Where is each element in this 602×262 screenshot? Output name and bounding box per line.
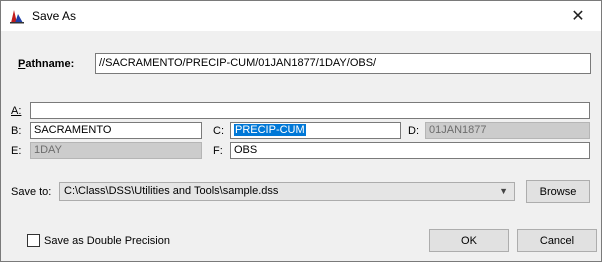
window-title: Save As — [32, 9, 77, 23]
part-a-field[interactable] — [30, 102, 590, 119]
part-c-selection: PRECIP-CUM — [234, 124, 306, 136]
part-d-label: D: — [408, 125, 419, 137]
double-precision-checkbox[interactable] — [27, 234, 40, 247]
part-b-field[interactable]: SACRAMENTO — [30, 122, 202, 139]
part-b-label: B: — [11, 125, 22, 137]
part-f-label: F: — [213, 145, 223, 157]
app-icon — [10, 10, 24, 24]
part-f-field[interactable]: OBS — [230, 142, 590, 159]
part-a-label: A: — [11, 105, 22, 117]
part-e-field: 1DAY — [30, 142, 202, 159]
close-icon[interactable]: ✕ — [555, 1, 601, 31]
chevron-down-icon[interactable]: ▼ — [499, 186, 508, 196]
part-d-field: 01JAN1877 — [425, 122, 590, 139]
pathname-field[interactable]: //SACRAMENTO/PRECIP-CUM/01JAN1877/1DAY/O… — [95, 53, 591, 74]
save-as-dialog: Save As ✕ Pathname: //SACRAMENTO/PRECIP-… — [0, 0, 602, 262]
part-e-label: E: — [11, 145, 22, 157]
pathname-label: Pathname: — [18, 58, 75, 70]
double-precision-label: Save as Double Precision — [44, 235, 170, 247]
ok-button[interactable]: OK — [429, 229, 509, 252]
save-to-dropdown[interactable]: C:\Class\DSS\Utilities and Tools\sample.… — [59, 182, 515, 201]
part-c-label: C: — [213, 125, 224, 137]
title-bar: Save As ✕ — [1, 1, 601, 31]
save-to-path: C:\Class\DSS\Utilities and Tools\sample.… — [64, 185, 279, 197]
part-c-field[interactable]: PRECIP-CUM — [230, 122, 401, 139]
browse-button[interactable]: Browse — [526, 180, 590, 203]
cancel-button[interactable]: Cancel — [517, 229, 597, 252]
save-to-label: Save to: — [11, 186, 52, 198]
